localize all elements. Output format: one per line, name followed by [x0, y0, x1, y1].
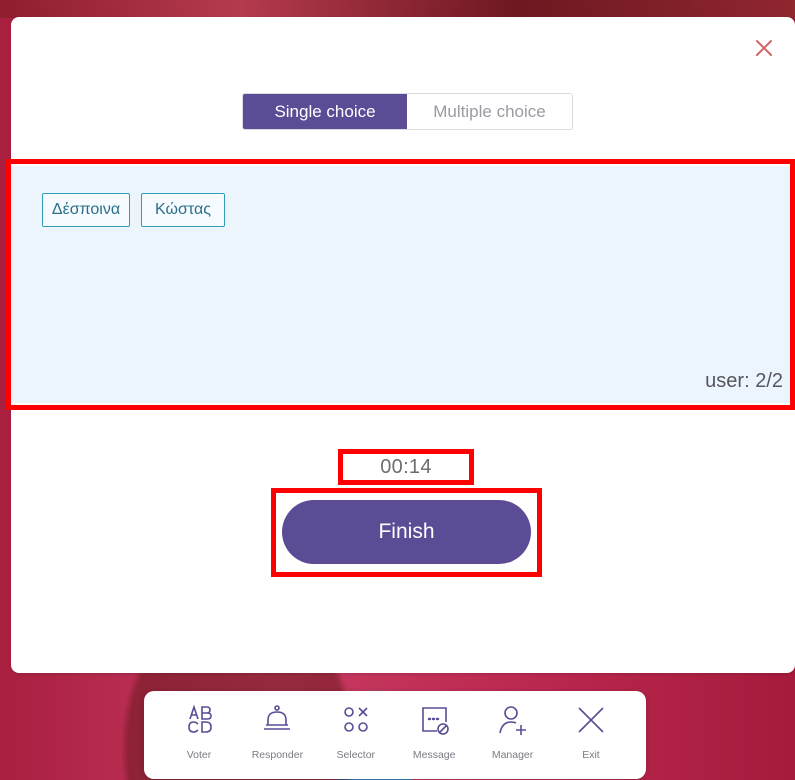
- responder-tool[interactable]: Responder: [242, 691, 312, 779]
- participant-chip[interactable]: Δέσποινα: [42, 193, 130, 227]
- elapsed-timer: 00:14: [380, 456, 432, 478]
- selector-label: Selector: [336, 749, 376, 761]
- choice-mode-switch: Single choice Multiple choice: [242, 93, 573, 130]
- close-icon: [574, 703, 608, 737]
- background-top-strip: [0, 0, 795, 18]
- exit-label: Exit: [582, 749, 600, 761]
- single-choice-button[interactable]: Single choice: [243, 94, 407, 129]
- selector-tool[interactable]: Selector: [321, 691, 391, 779]
- user-count-label: user: 2/2: [705, 370, 783, 392]
- voter-tool[interactable]: Voter: [164, 691, 234, 779]
- manager-tool[interactable]: Manager: [478, 691, 548, 779]
- finish-button[interactable]: Finish: [282, 500, 531, 564]
- message-label: Message: [412, 749, 456, 761]
- participant-chip[interactable]: Κώστας: [141, 193, 225, 227]
- close-icon: [756, 40, 772, 56]
- bottom-toolbar: Voter Responder Selector Message Manager…: [144, 691, 646, 779]
- exit-tool[interactable]: Exit: [556, 691, 626, 779]
- manager-label: Manager: [491, 749, 534, 761]
- bell-icon: [260, 703, 294, 737]
- multiple-choice-button[interactable]: Multiple choice: [407, 94, 572, 129]
- responder-label: Responder: [251, 749, 304, 761]
- circles-cross-icon: [339, 703, 373, 737]
- add-user-icon: [496, 703, 530, 737]
- voter-label: Voter: [186, 749, 212, 761]
- abcd-grid-icon: [182, 703, 216, 737]
- close-button[interactable]: [752, 36, 776, 60]
- message-tool[interactable]: Message: [399, 691, 469, 779]
- message-icon: [417, 703, 451, 737]
